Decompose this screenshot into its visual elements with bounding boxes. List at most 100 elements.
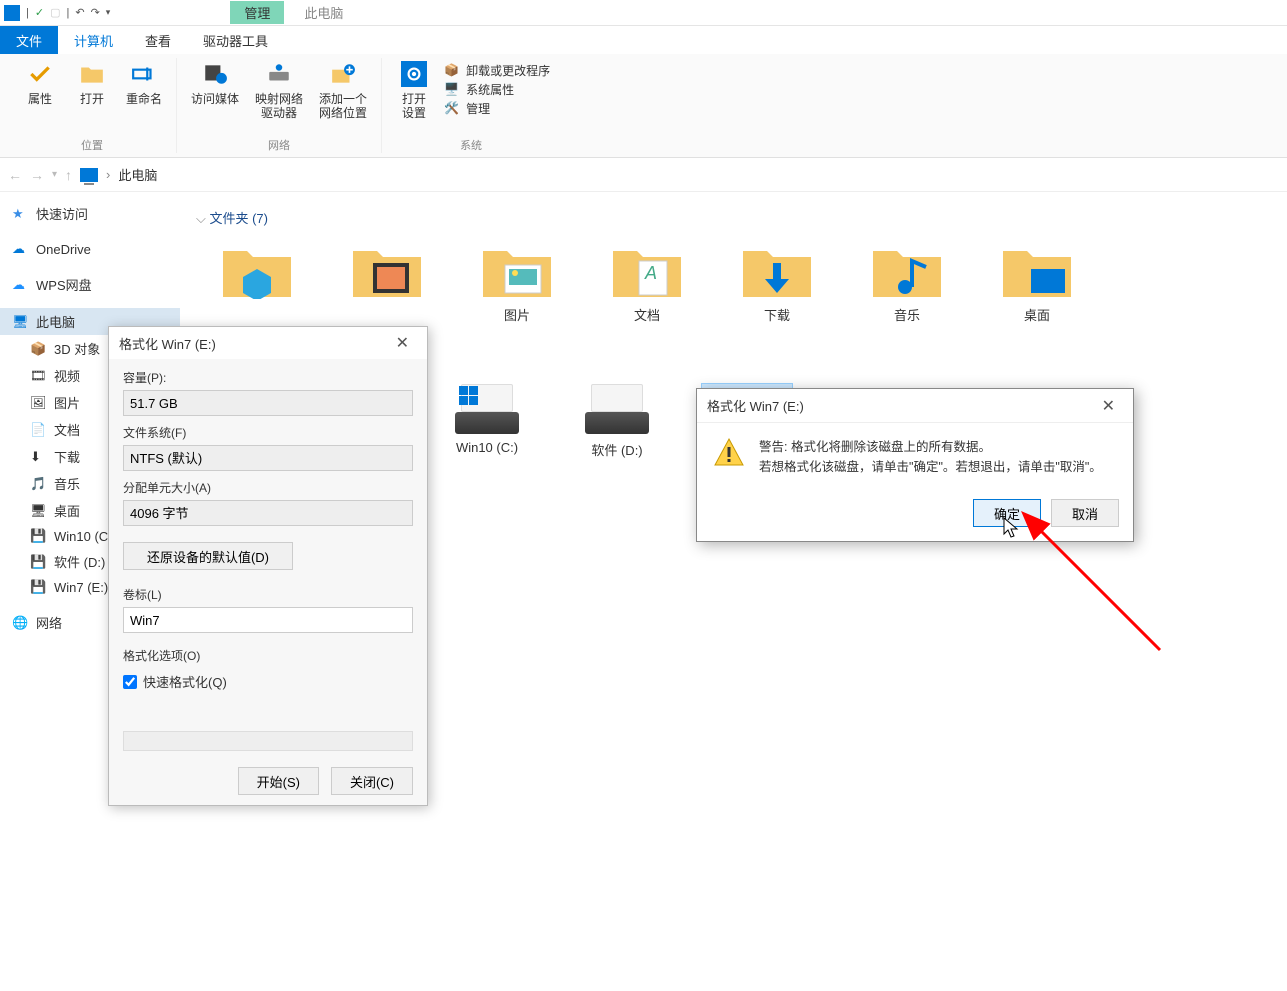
group-label: 系统 — [460, 137, 482, 153]
folder-grid: 图片 A 文档 下载 音乐 桌面 — [212, 239, 1275, 324]
system-icon — [4, 5, 20, 21]
tab-computer[interactable]: 计算机 — [58, 26, 129, 54]
uninstall-button[interactable]: 📦卸载或更改程序 — [444, 62, 550, 79]
folder-music-icon — [871, 239, 943, 299]
sidebar-item-onedrive[interactable]: ☁OneDrive — [0, 237, 180, 261]
system-small-buttons: 📦卸载或更改程序 🖥️系统属性 🛠️管理 — [444, 58, 550, 137]
ribbon-group-system: 打开 设置 📦卸载或更改程序 🖥️系统属性 🛠️管理 系统 — [382, 58, 560, 153]
cloud-icon: ☁ — [12, 241, 28, 257]
qat-check-icon[interactable]: ✓ — [35, 6, 44, 19]
check-icon — [26, 60, 54, 88]
cloud-icon: ☁ — [12, 277, 28, 293]
capacity-label: 容量(P): — [123, 369, 413, 386]
warning-dialog: 格式化 Win7 (E:) ✕ 警告: 格式化将删除该磁盘上的所有数据。 若想格… — [696, 388, 1134, 542]
properties-button[interactable]: 属性 — [18, 58, 62, 137]
close-button[interactable]: ✕ — [388, 331, 417, 355]
ribbon-tab-row: 文件 计算机 查看 驱动器工具 — [0, 26, 1287, 54]
add-network-location-button[interactable]: 添加一个 网络位置 — [315, 58, 371, 137]
folder-videos[interactable] — [342, 239, 432, 324]
close-dialog-button[interactable]: 关闭(C) — [331, 767, 413, 795]
address-bar: ← → ▾ ↑ › 此电脑 — [0, 158, 1287, 192]
desktop-icon: 🖥 — [30, 503, 46, 519]
pc-icon — [80, 168, 98, 182]
filesystem-select[interactable]: NTFS (默认) — [123, 445, 413, 471]
folder-downloads[interactable]: 下载 — [732, 239, 822, 324]
open-button[interactable]: 打开 — [70, 58, 114, 137]
tab-view[interactable]: 查看 — [129, 26, 187, 54]
drive-network-icon — [265, 60, 293, 88]
filesystem-label: 文件系统(F) — [123, 424, 413, 441]
sidebar-item-wps[interactable]: ☁WPS网盘 — [0, 271, 180, 298]
pc-icon: 🖥 — [12, 314, 28, 330]
section-folders[interactable]: 文件夹 (7) — [196, 208, 1275, 227]
context-tab-manage[interactable]: 管理 — [230, 1, 284, 24]
sysprops-icon: 🖥️ — [444, 82, 460, 98]
quick-access-toolbar: | ✓ ▢ | ↶ ↷ ▾ — [26, 6, 110, 19]
drive-icon: 💾 — [30, 579, 46, 595]
qat-dropdown-icon[interactable]: ▾ — [106, 7, 111, 18]
drive-soft[interactable]: 软件 (D:) — [572, 384, 662, 463]
network-icon: 🌐 — [12, 615, 28, 631]
restore-defaults-button[interactable]: 还原设备的默认值(D) — [123, 542, 293, 570]
svg-text:A: A — [644, 263, 657, 283]
back-button[interactable]: ← — [8, 167, 22, 183]
rename-icon — [130, 60, 158, 88]
uninstall-icon: 📦 — [444, 63, 460, 79]
folder-music[interactable]: 音乐 — [862, 239, 952, 324]
folder-desktop[interactable]: 桌面 — [992, 239, 1082, 324]
folder-open-icon — [78, 60, 106, 88]
qat-separator: | — [66, 7, 69, 19]
folder-pictures-icon — [481, 239, 553, 299]
folder-docs-icon: A — [611, 239, 683, 299]
open-settings-button[interactable]: 打开 设置 — [392, 58, 436, 137]
tab-drive-tools[interactable]: 驱动器工具 — [187, 26, 284, 54]
format-options-label: 格式化选项(O) — [123, 647, 413, 664]
qat-separator: | — [26, 7, 29, 19]
access-media-button[interactable]: 访问媒体 — [187, 58, 243, 137]
recent-dropdown-icon[interactable]: ▾ — [52, 169, 57, 180]
volume-label-label: 卷标(L) — [123, 586, 413, 603]
drive-win10[interactable]: Win10 (C:) — [442, 384, 532, 463]
start-button[interactable]: 开始(S) — [238, 767, 319, 795]
qat-separator: ▢ — [50, 6, 60, 19]
forward-button[interactable]: → — [30, 167, 44, 183]
quick-format-checkbox[interactable] — [123, 675, 137, 689]
drive-icon — [455, 384, 519, 434]
progress-bar — [123, 731, 413, 751]
cube-icon: 📦 — [30, 341, 46, 357]
media-icon — [201, 60, 229, 88]
breadcrumb[interactable]: 此电脑 — [118, 165, 157, 184]
map-drive-button[interactable]: 映射网络 驱动器 — [251, 58, 307, 137]
window-title: 此电脑 — [304, 3, 343, 22]
volume-label-input[interactable] — [123, 607, 413, 633]
folder-videos-icon — [351, 239, 423, 299]
ribbon: 属性 打开 重命名 位置 访问媒体 映射网络 驱动器 — [0, 54, 1287, 158]
redo-icon[interactable]: ↷ — [91, 6, 100, 19]
ribbon-group-network: 访问媒体 映射网络 驱动器 添加一个 网络位置 网络 — [177, 58, 382, 153]
warning-titlebar[interactable]: 格式化 Win7 (E:) ✕ — [697, 389, 1133, 423]
allocation-select[interactable]: 4096 字节 — [123, 500, 413, 526]
folder-3d-objects[interactable] — [212, 239, 302, 324]
up-button[interactable]: ↑ — [65, 167, 72, 183]
folder-documents[interactable]: A 文档 — [602, 239, 692, 324]
drive-icon — [585, 384, 649, 434]
ribbon-group-location: 属性 打开 重命名 位置 — [8, 58, 177, 153]
rename-button[interactable]: 重命名 — [122, 58, 166, 137]
sidebar-item-quick-access[interactable]: ★快速访问 — [0, 200, 180, 227]
dialog-titlebar[interactable]: 格式化 Win7 (E:) ✕ — [109, 327, 427, 359]
system-properties-button[interactable]: 🖥️系统属性 — [444, 81, 550, 98]
cancel-button[interactable]: 取消 — [1051, 499, 1119, 527]
manage-button[interactable]: 🛠️管理 — [444, 100, 550, 117]
quick-format-label: 快速格式化(Q) — [143, 672, 227, 691]
close-button[interactable]: ✕ — [1094, 394, 1123, 418]
warning-text: 警告: 格式化将删除该磁盘上的所有数据。 若想格式化该磁盘，请单击"确定"。若想… — [759, 437, 1102, 477]
drive-icon: 💾 — [30, 528, 46, 544]
allocation-label: 分配单元大小(A) — [123, 479, 413, 496]
format-dialog: 格式化 Win7 (E:) ✕ 容量(P): 51.7 GB 文件系统(F) N… — [108, 326, 428, 806]
warning-icon — [713, 437, 745, 469]
undo-icon[interactable]: ↶ — [75, 6, 84, 19]
ok-button[interactable]: 确定 — [973, 499, 1041, 527]
capacity-select[interactable]: 51.7 GB — [123, 390, 413, 416]
folder-pictures[interactable]: 图片 — [472, 239, 562, 324]
file-tab[interactable]: 文件 — [0, 26, 58, 54]
